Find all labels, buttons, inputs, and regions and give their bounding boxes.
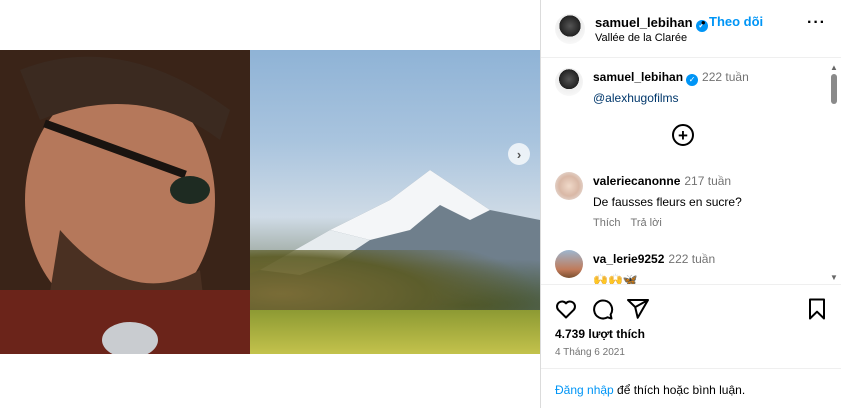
post-header: samuel_lebihan ✓ • Theo dõi Vallée de la … [541, 0, 841, 58]
separator-dot: • [701, 15, 706, 30]
login-prompt: Đăng nhập để thích hoặc bình luận. [541, 368, 841, 408]
next-media-button[interactable]: › [508, 143, 530, 165]
author-username-row[interactable]: samuel_lebihan ✓ [595, 15, 708, 32]
likes-count[interactable]: 4.739 lượt thích [555, 327, 645, 341]
share-icon[interactable] [626, 297, 650, 321]
media-pane: › [0, 0, 540, 408]
comment-body: va_lerie9252 222 tuần 🙌🙌🦋 [593, 250, 823, 284]
load-more-comments-button[interactable]: + [672, 124, 694, 146]
comment-body: valeriecanonne 217 tuần De fausses fleurs… [593, 172, 823, 229]
post-date[interactable]: 4 Tháng 6 2021 [555, 347, 625, 358]
scroll-up-arrow-icon[interactable]: ▲ [830, 64, 838, 72]
commenter-avatar[interactable] [555, 250, 583, 278]
comment-body: samuel_lebihan ✓ 222 tuần @alexhugofilms [593, 68, 823, 105]
author-avatar[interactable] [555, 68, 583, 96]
comment-time[interactable]: 217 tuần [684, 174, 731, 188]
post-photo[interactable] [0, 50, 540, 354]
comment-username[interactable]: va_lerie9252 [593, 252, 664, 266]
heart-icon[interactable] [554, 297, 578, 321]
comment-icon[interactable] [590, 297, 614, 321]
scrollbar-thumb[interactable] [831, 74, 837, 104]
post-actions: 4.739 lượt thích 4 Tháng 6 2021 [541, 284, 841, 368]
post-location[interactable]: Vallée de la Clarée [595, 32, 687, 44]
comments-scrollbar[interactable]: ▲ ▼ [829, 60, 839, 282]
login-link[interactable]: Đăng nhập [555, 383, 614, 397]
more-options-icon[interactable]: ··· [807, 14, 826, 32]
like-comment-button[interactable]: Thích [593, 217, 621, 229]
portrait-shape [0, 50, 250, 354]
comment-username[interactable]: samuel_lebihan [593, 70, 683, 84]
comment-time[interactable]: 222 tuần [668, 252, 715, 266]
scroll-down-arrow-icon[interactable]: ▼ [830, 274, 838, 282]
verified-badge-icon: ✓ [686, 74, 699, 86]
bookmark-icon[interactable] [805, 297, 829, 321]
plus-icon: + [678, 125, 688, 145]
comment-text: De fausses fleurs en sucre? [593, 195, 742, 209]
post-sidebar: samuel_lebihan ✓ • Theo dõi Vallée de la … [540, 0, 841, 408]
comment-time[interactable]: 222 tuần [702, 70, 749, 84]
comment-username[interactable]: valeriecanonne [593, 174, 680, 188]
comments-list: samuel_lebihan ✓ 222 tuần @alexhugofilms +… [541, 58, 841, 284]
mention-link[interactable]: @alexhugofilms [593, 91, 823, 105]
author-avatar[interactable] [555, 14, 585, 44]
comment-actions: Thích Trả lời [593, 217, 823, 229]
instagram-post-view: › samuel_lebihan ✓ • Theo dõi Vallée de l… [0, 0, 841, 408]
commenter-avatar[interactable] [555, 172, 583, 200]
chevron-right-icon: › [516, 146, 522, 162]
reply-button[interactable]: Trả lời [631, 217, 662, 229]
comment-text: 🙌🙌🦋 [593, 273, 638, 284]
author-username[interactable]: samuel_lebihan [595, 15, 693, 30]
follow-button[interactable]: Theo dõi [709, 14, 763, 29]
login-prompt-text: để thích hoặc bình luận. [613, 383, 746, 397]
